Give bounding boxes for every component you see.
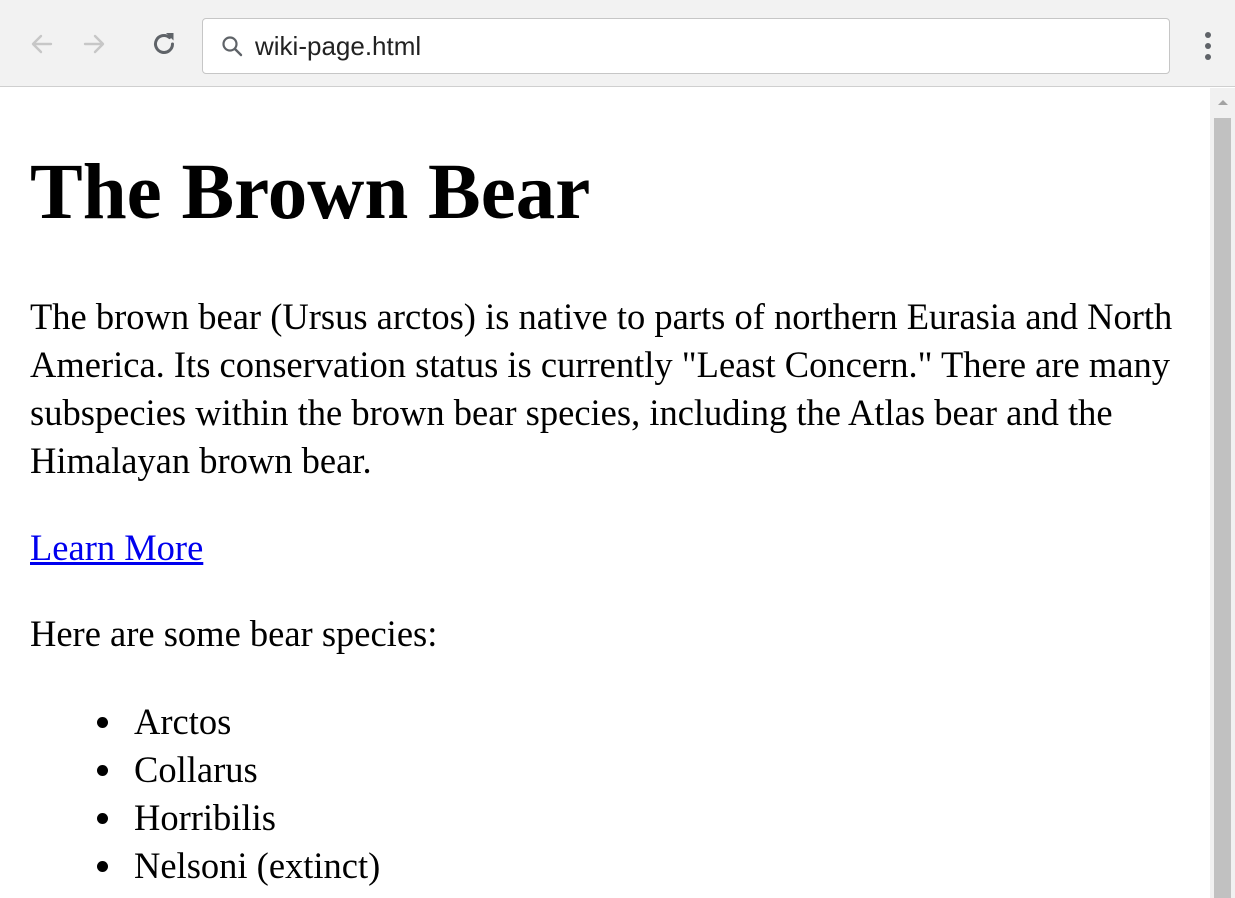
menu-dot (1205, 32, 1211, 38)
menu-dot (1205, 43, 1211, 49)
bullet-icon (97, 813, 108, 824)
page-title: The Brown Bear (30, 149, 591, 236)
list-item-label: Nelsoni (extinct) (134, 845, 381, 886)
list-item: Collarus (97, 746, 380, 794)
reload-button[interactable] (146, 22, 182, 66)
intro-paragraph: The brown bear (Ursus arctos) is native … (30, 296, 1173, 481)
page-content: The Brown Bear The brown bear (Ursus arc… (0, 88, 1210, 898)
arrow-left-icon (31, 34, 53, 54)
bullet-icon (97, 765, 108, 776)
scroll-up-button[interactable] (1210, 88, 1235, 116)
address-input[interactable] (255, 30, 1115, 62)
list-item-label: Collarus (134, 749, 258, 790)
bullet-icon (97, 717, 108, 728)
more-vertical-icon[interactable] (1196, 24, 1220, 68)
learn-more-link[interactable]: Learn More (30, 524, 203, 572)
browser-toolbar (0, 0, 1235, 87)
forward-button[interactable] (76, 22, 112, 66)
back-button[interactable] (24, 22, 60, 66)
vertical-scrollbar[interactable] (1210, 88, 1235, 898)
list-item: Nelsoni (extinct) (97, 842, 381, 890)
search-icon (221, 35, 243, 57)
list-item: Arctos (97, 698, 380, 746)
list-item-label: Arctos (134, 701, 232, 742)
species-list: Arctos Collarus Horribilis Nelsoni (exti… (30, 698, 380, 890)
bullet-icon (97, 861, 108, 872)
arrow-right-icon (83, 34, 105, 54)
list-item: Horribilis (97, 794, 380, 842)
species-intro: Here are some bear species: (30, 613, 438, 654)
caret-up-icon (1217, 100, 1228, 105)
list-item-label: Horribilis (134, 797, 276, 838)
scroll-thumb[interactable] (1214, 118, 1231, 898)
reload-icon (154, 33, 174, 54)
menu-dot (1205, 54, 1211, 60)
address-bar[interactable] (202, 18, 1170, 74)
